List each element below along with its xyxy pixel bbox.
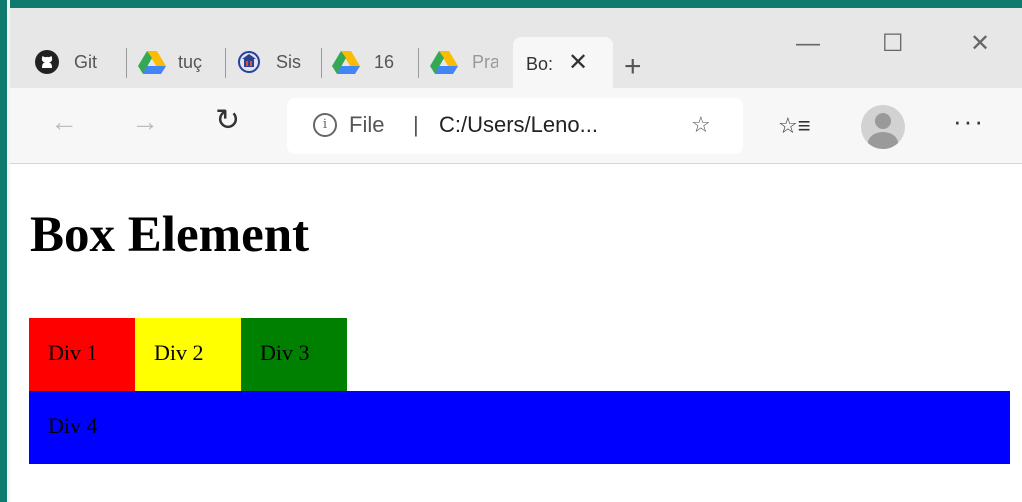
minimize-button[interactable]: — xyxy=(796,32,820,56)
tab-drive-2[interactable]: 16 xyxy=(332,38,422,86)
google-drive-icon xyxy=(138,51,166,74)
forward-button[interactable]: → xyxy=(131,108,159,136)
browser-toolbar: ← → ↻ i File | C:/Users/Leno... ☆ ☆≡ ··· xyxy=(10,88,1022,164)
tab-label: 16 xyxy=(374,51,395,72)
tab-bar: Git tuç Sis 16 Pra Bo: ✕ + — ☐ ✕ xyxy=(10,8,1022,96)
new-tab-button[interactable]: + xyxy=(624,52,642,82)
back-button[interactable]: ← xyxy=(50,108,78,136)
tab-github[interactable]: Git xyxy=(34,38,124,86)
tab-separator xyxy=(126,48,127,78)
refresh-button[interactable]: ↻ xyxy=(215,106,240,136)
div-1-box: Div 1 xyxy=(29,318,135,391)
tab-drive-3[interactable]: Pra xyxy=(430,38,510,86)
window-top-edge xyxy=(10,0,1022,8)
browser-window: Git tuç Sis 16 Pra Bo: ✕ + — ☐ ✕ ← → ↻ i… xyxy=(10,0,1022,502)
maximize-button[interactable]: ☐ xyxy=(882,32,904,56)
div-4-box: Div 4 xyxy=(29,391,1010,464)
page-title: Box Element xyxy=(30,207,310,263)
close-window-button[interactable]: ✕ xyxy=(970,32,990,56)
url-text[interactable]: C:/Users/Leno... xyxy=(439,112,598,138)
div-3-box: Div 3 xyxy=(241,318,347,391)
tab-drive-1[interactable]: tuç xyxy=(138,38,228,86)
tab-separator xyxy=(321,48,322,78)
info-icon[interactable]: i xyxy=(313,113,337,137)
google-drive-icon xyxy=(430,51,458,74)
more-options-icon[interactable]: ··· xyxy=(953,106,985,137)
avatar-body xyxy=(868,132,898,149)
address-bar[interactable]: i File | C:/Users/Leno... ☆ xyxy=(287,98,743,154)
tab-label: Sis xyxy=(276,51,302,72)
tab-label: Bo: xyxy=(526,54,554,74)
github-icon xyxy=(35,50,59,74)
favorites-icon[interactable]: ☆≡ xyxy=(778,113,811,139)
tab-sis[interactable]: Sis xyxy=(236,38,326,86)
tab-separator xyxy=(418,48,419,78)
avatar-head xyxy=(875,113,891,129)
div-2-box: Div 2 xyxy=(135,318,241,391)
tab-label: Pra xyxy=(472,51,498,72)
profile-avatar[interactable] xyxy=(861,105,905,149)
tab-label: tuç xyxy=(178,51,203,72)
tab-separator xyxy=(225,48,226,78)
address-separator: | xyxy=(413,112,419,137)
scheme-label: File xyxy=(349,112,385,137)
google-drive-icon xyxy=(332,51,360,74)
university-logo-icon xyxy=(237,50,261,74)
page-content: Box Element Div 1 Div 2 Div 3 Div 4 xyxy=(10,164,1022,502)
close-tab-icon[interactable]: ✕ xyxy=(568,51,588,75)
tab-label: Git xyxy=(74,51,98,72)
add-favorite-icon[interactable]: ☆ xyxy=(691,112,711,138)
